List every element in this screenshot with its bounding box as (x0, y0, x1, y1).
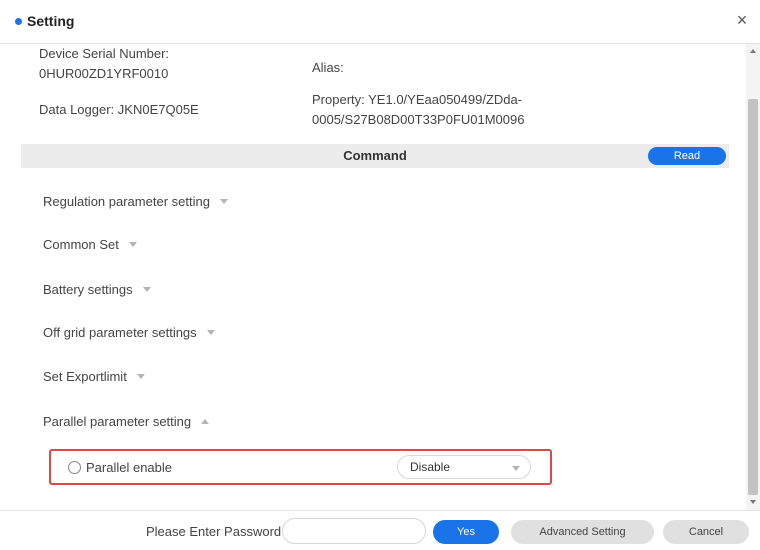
section-off-grid-parameter-settings[interactable]: Off grid parameter settings (43, 325, 215, 340)
dialog-title: Setting (27, 13, 75, 29)
data-logger-info: Data Logger: JKN0E7Q05E (39, 100, 199, 120)
data-logger-value: JKN0E7Q05E (117, 102, 199, 117)
chevron-down-icon (128, 242, 137, 247)
setting-dialog: Setting × Device Serial Number: 0HUR00ZD… (0, 0, 760, 550)
title-dot-icon (15, 18, 22, 25)
cancel-button[interactable]: Cancel (663, 520, 749, 544)
serial-number-label: Device Serial Number: (39, 46, 170, 61)
section-label: Battery settings (43, 282, 133, 297)
scrollbar-thumb[interactable] (748, 99, 758, 495)
advanced-setting-button[interactable]: Advanced Setting (511, 520, 654, 544)
alias-label: Alias: (312, 60, 344, 75)
parallel-enable-label: Parallel enable (86, 460, 173, 475)
chevron-down-icon (512, 466, 520, 471)
section-label: Set Exportlimit (43, 369, 127, 384)
property-info: Property: YE1.0/YEaa050499/ZDda-0005/S27… (312, 90, 572, 130)
alias-info: Alias: (312, 58, 344, 78)
section-label: Regulation parameter setting (43, 194, 210, 209)
section-label: Common Set (43, 237, 119, 252)
data-logger-label: Data Logger: (39, 102, 115, 117)
serial-number-info: Device Serial Number: 0HUR00ZD1YRF0010 (39, 44, 239, 84)
scroll-down-icon[interactable] (750, 500, 756, 504)
parallel-enable-row: Parallel enable Disable (49, 449, 552, 485)
section-label: Parallel parameter setting (43, 414, 192, 429)
parallel-enable-select[interactable]: Disable (397, 455, 531, 479)
property-label: Property: (312, 92, 365, 107)
command-label: Command (343, 148, 407, 163)
section-common-set[interactable]: Common Set (43, 237, 137, 252)
section-regulation-parameter-setting[interactable]: Regulation parameter setting (43, 194, 228, 209)
select-value: Disable (410, 460, 451, 474)
scroll-up-icon[interactable] (750, 49, 756, 53)
chevron-down-icon (136, 374, 145, 379)
serial-number-value: 0HUR00ZD1YRF0010 (39, 66, 169, 81)
dialog-footer: Please Enter Password Yes Advanced Setti… (0, 510, 760, 550)
section-label: Off grid parameter settings (43, 325, 197, 340)
command-bar: Command Read (21, 144, 729, 168)
chevron-up-icon (201, 419, 210, 424)
section-parallel-parameter-setting[interactable]: Parallel parameter setting (43, 414, 210, 429)
dialog-header: Setting × (0, 0, 760, 44)
parallel-enable-radio[interactable] (68, 461, 81, 474)
section-set-exportlimit[interactable]: Set Exportlimit (43, 369, 145, 384)
read-button[interactable]: Read (648, 147, 726, 165)
close-icon[interactable]: × (734, 10, 750, 30)
scrollbar[interactable] (746, 44, 760, 510)
chevron-down-icon (219, 199, 228, 204)
yes-button[interactable]: Yes (433, 520, 499, 544)
dialog-content: Device Serial Number: 0HUR00ZD1YRF0010 D… (0, 44, 746, 510)
chevron-down-icon (142, 287, 151, 292)
password-label: Please Enter Password (146, 524, 282, 539)
chevron-down-icon (206, 330, 215, 335)
password-input[interactable] (282, 518, 426, 544)
section-battery-settings[interactable]: Battery settings (43, 282, 151, 297)
